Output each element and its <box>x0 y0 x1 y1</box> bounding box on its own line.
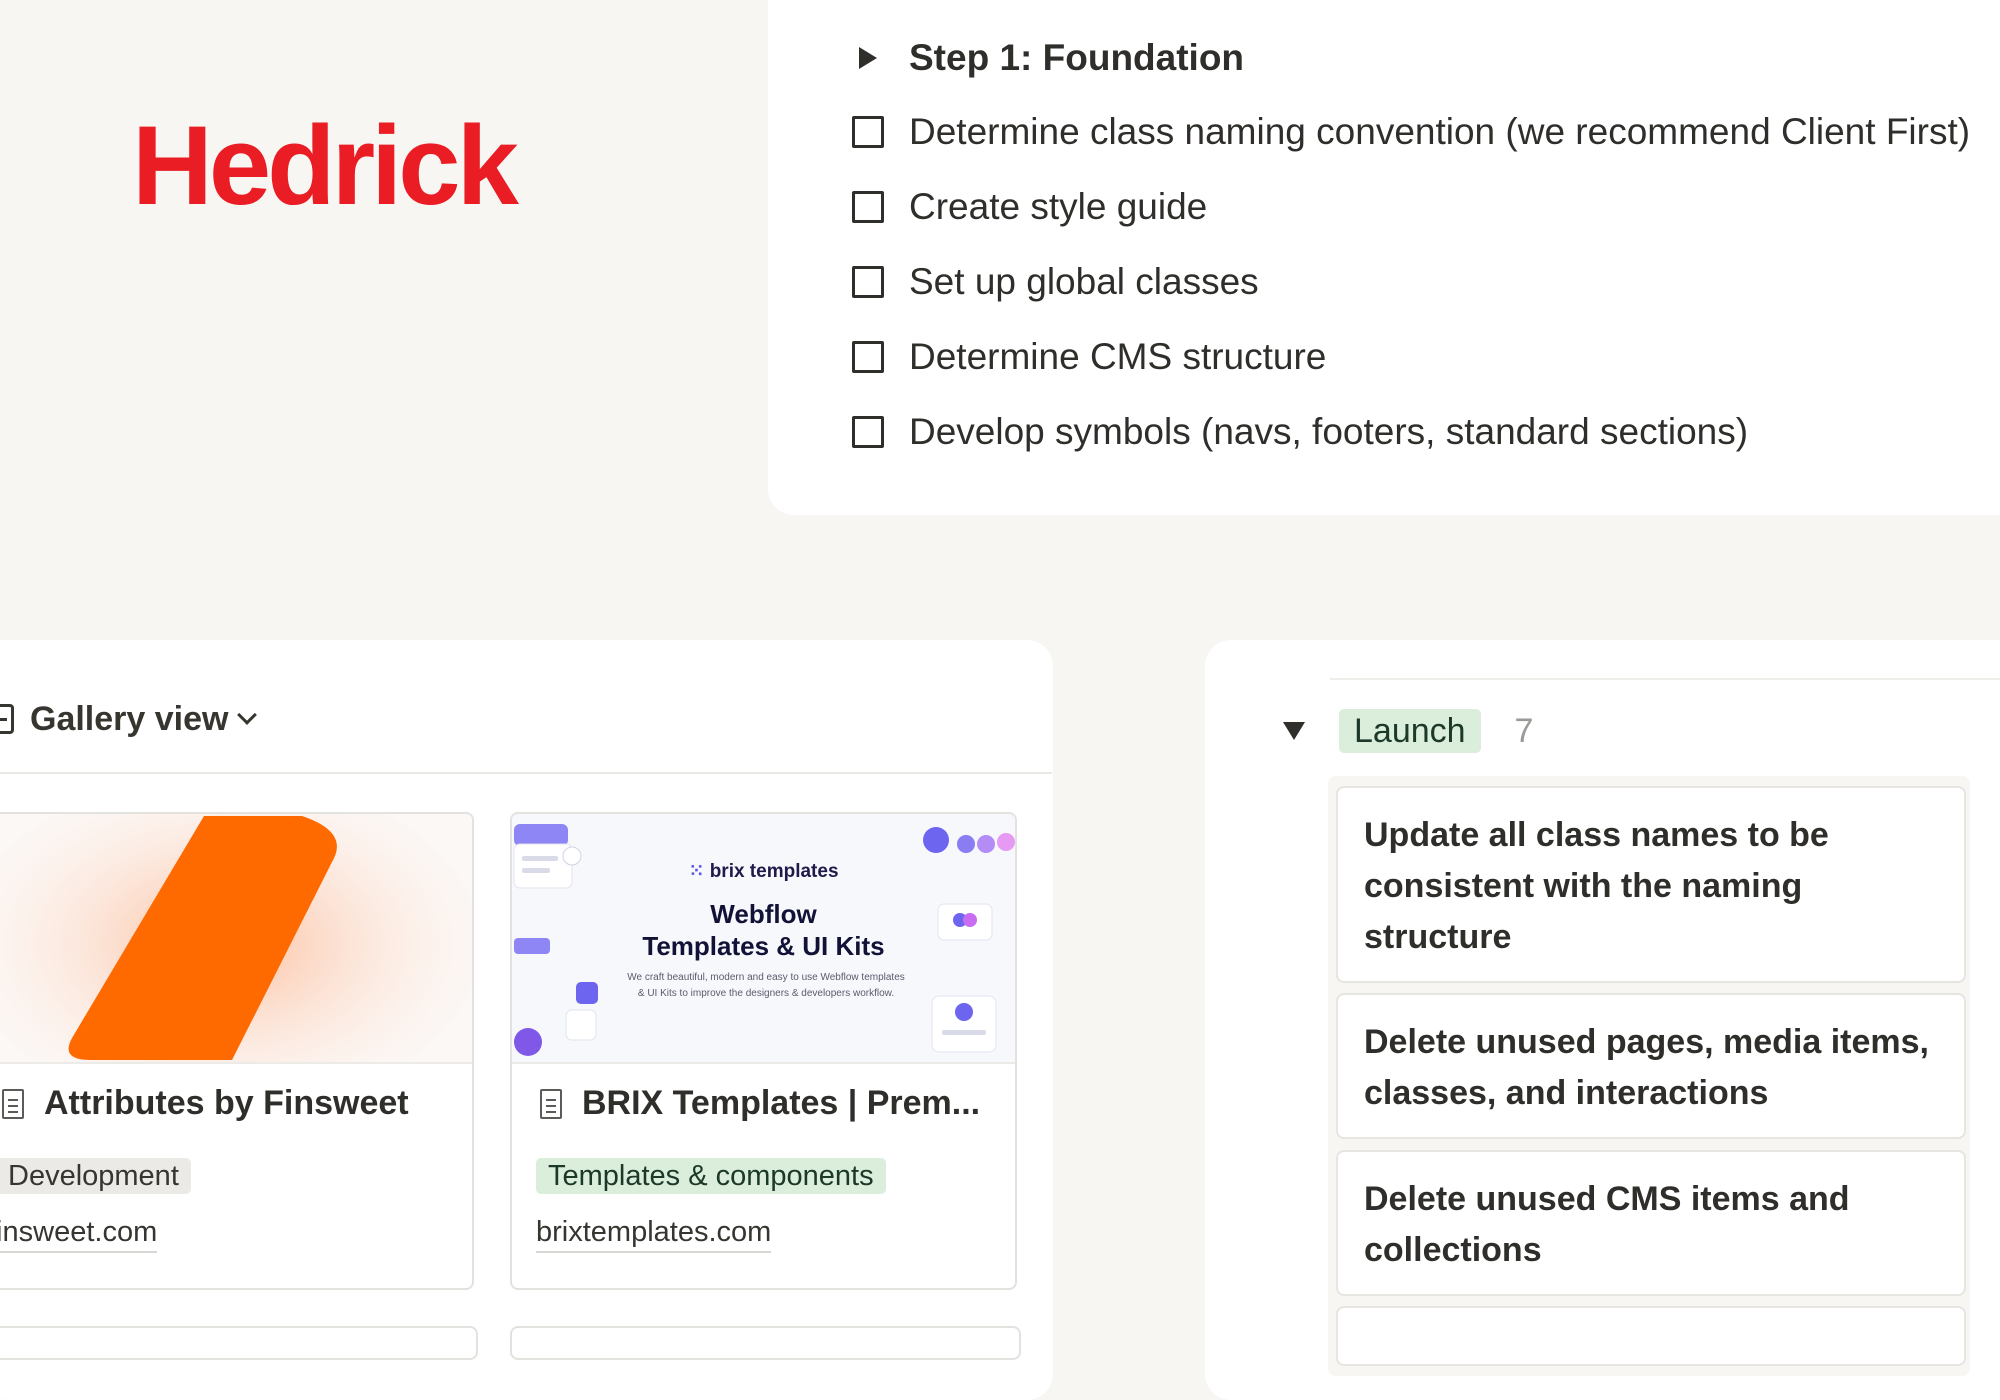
todo-label: Determine CMS structure <box>909 336 1327 377</box>
todo-item: Set up global classes <box>852 260 1259 304</box>
tag-templates: Templates & components <box>536 1158 886 1194</box>
chevron-down-icon <box>237 705 258 725</box>
card-title: BRIX Templates | Prem... <box>582 1084 981 1122</box>
card-url-link[interactable]: finsweet.com <box>0 1216 158 1253</box>
gallery-card[interactable]: Attributes by Finsweet Development finsw… <box>0 812 474 1290</box>
brix-brand: brix templates <box>709 861 839 882</box>
todo-item: Determine class naming convention (we re… <box>852 110 1970 154</box>
brix-headline-1: Webflow <box>710 899 817 929</box>
gallery-icon <box>0 704 14 734</box>
divider <box>0 772 1052 774</box>
checkbox[interactable] <box>852 191 884 223</box>
page-icon <box>540 1088 562 1119</box>
card-title-row: BRIX Templates | Prem... <box>540 1084 980 1123</box>
checkbox[interactable] <box>852 416 884 448</box>
todo-item: Determine CMS structure <box>852 335 1326 379</box>
checkbox[interactable] <box>852 116 884 148</box>
brix-logo-icon: ⁙ <box>688 861 710 882</box>
todo-label: Develop symbols (navs, footers, standard… <box>909 411 1749 452</box>
toggle-arrow-icon[interactable] <box>859 47 877 69</box>
divider <box>1330 678 2000 680</box>
checkbox[interactable] <box>852 266 884 298</box>
gallery-card-peek[interactable] <box>0 1326 478 1360</box>
todo-label: Set up global classes <box>909 261 1259 302</box>
todo-label: Determine class naming convention (we re… <box>909 111 1971 152</box>
card-url-link[interactable]: brixtemplates.com <box>536 1216 772 1253</box>
card-title-row: Attributes by Finsweet <box>2 1084 409 1123</box>
board-card[interactable]: Update all class names to be consistent … <box>1336 786 1966 983</box>
brix-headline: Webflow Templates & UI Kits <box>512 898 1015 962</box>
group-count: 7 <box>1514 711 1534 750</box>
page-icon <box>2 1088 24 1119</box>
toggle-arrow-icon[interactable] <box>1283 722 1305 740</box>
company-logo: Hedrick <box>132 103 519 228</box>
card-cover <box>0 814 472 1064</box>
toggle-title: Step 1: Foundation <box>909 37 1245 78</box>
brix-blurb: We craft beautiful, modern and easy to u… <box>627 972 905 999</box>
board-card-peek[interactable] <box>1336 1306 1966 1366</box>
toggle-step-1[interactable]: Step 1: Foundation <box>855 36 1244 80</box>
finsweet-cover-image <box>0 814 472 1062</box>
todo-label: Create style guide <box>909 186 1208 227</box>
group-tag: Launch <box>1339 709 1481 753</box>
tag-development: Development <box>0 1158 191 1194</box>
gallery-card-peek[interactable] <box>510 1326 1021 1360</box>
checkbox[interactable] <box>852 341 884 373</box>
card-title: Attributes by Finsweet <box>44 1084 409 1122</box>
view-switcher[interactable]: Gallery view <box>0 690 258 748</box>
gallery-card[interactable]: ⁙ brix templates Webflow Templates & UI … <box>510 812 1017 1290</box>
board-group-header[interactable]: Launch 7 <box>1283 708 1533 754</box>
todo-item: Develop symbols (navs, footers, standard… <box>852 410 1748 454</box>
board-card[interactable]: Delete unused CMS items and collections <box>1336 1150 1966 1296</box>
board-card[interactable]: Delete unused pages, media items, classe… <box>1336 993 1966 1139</box>
brix-headline-2: Templates & UI Kits <box>642 931 885 961</box>
brix-logo: ⁙ brix templates <box>512 860 1015 883</box>
card-cover: ⁙ brix templates Webflow Templates & UI … <box>512 814 1015 1064</box>
view-label: Gallery view <box>30 699 229 738</box>
todo-item: Create style guide <box>852 185 1207 229</box>
